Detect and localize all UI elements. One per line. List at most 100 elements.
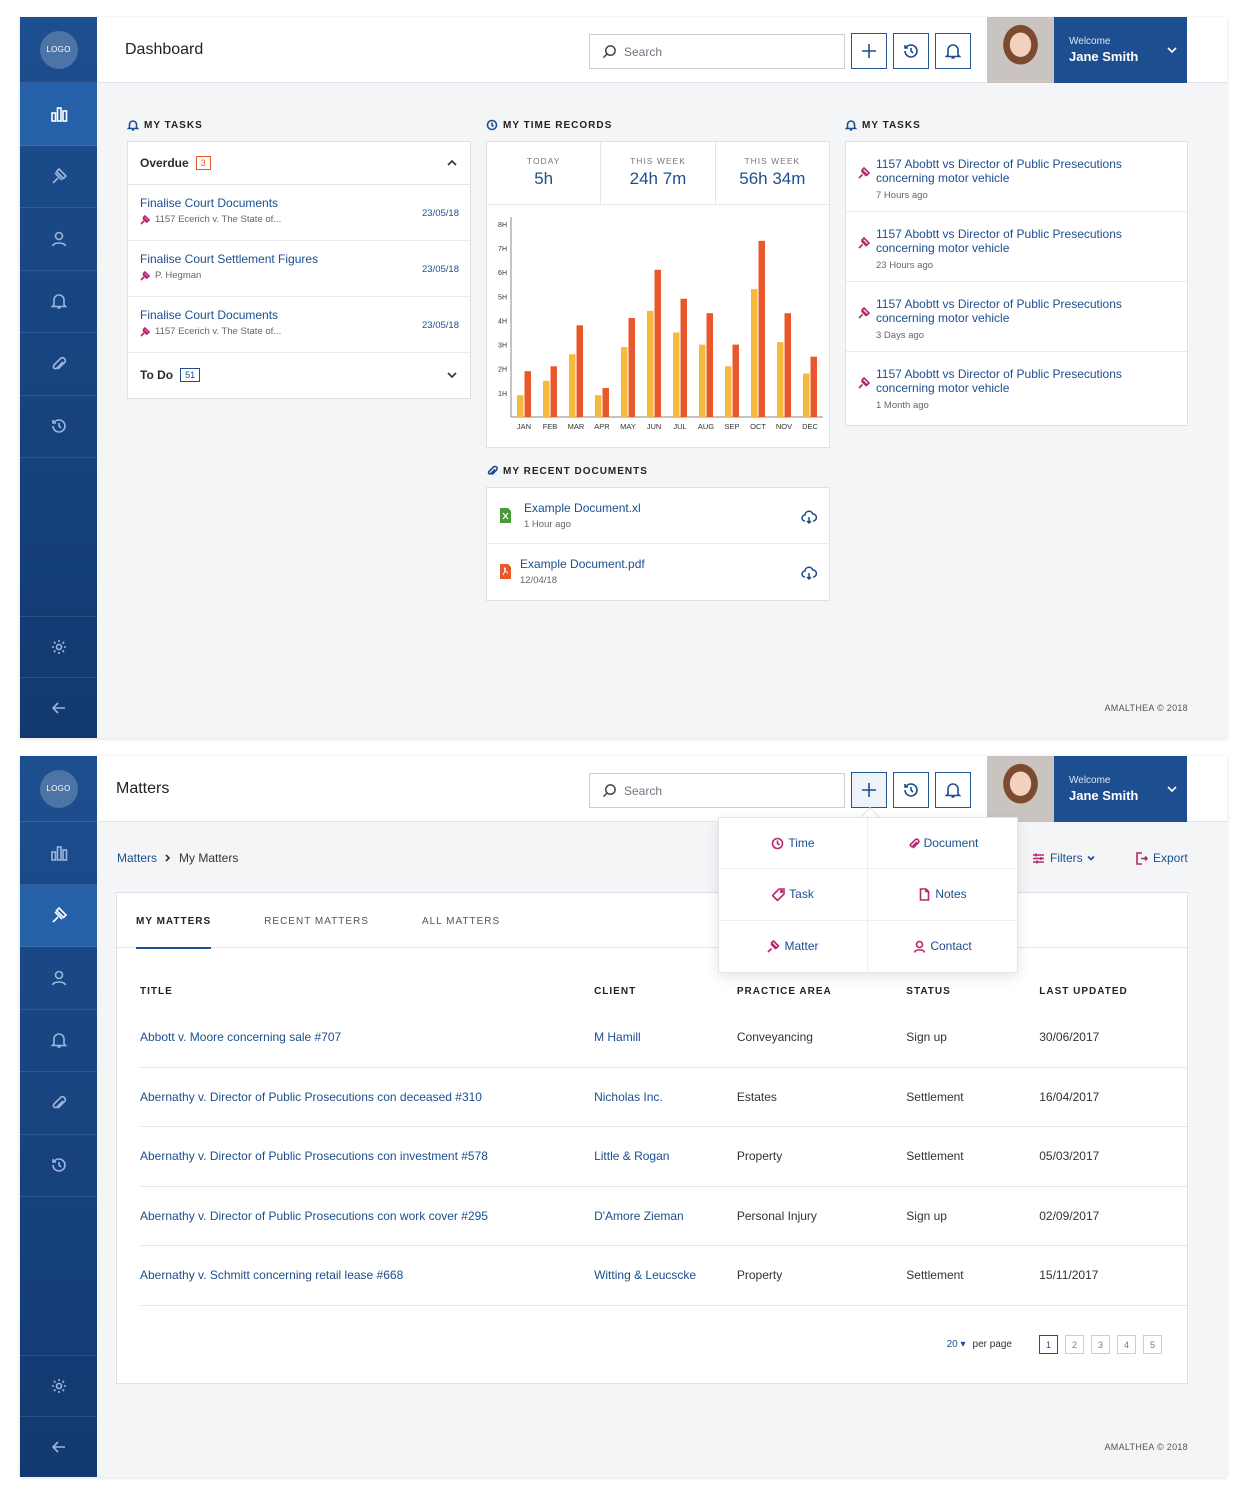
add-button[interactable]: [851, 33, 887, 69]
logo[interactable]: LOGO: [20, 17, 97, 83]
sidebar-item-history[interactable]: [20, 396, 97, 458]
sidebar-item-notifications[interactable]: [20, 1010, 97, 1072]
sidebar-item-contacts[interactable]: [20, 208, 97, 271]
matter-client[interactable]: Nicholas Inc.: [594, 1090, 737, 1104]
matter-title[interactable]: Abernathy v. Director of Public Prosecut…: [140, 1209, 594, 1223]
sidebar-item-history[interactable]: [20, 1135, 97, 1197]
document-item[interactable]: Example Document.pdf 12/04/18: [487, 544, 829, 600]
task-matter: 1157 Ecerich v. The State of...: [140, 214, 458, 225]
tab-all-matters[interactable]: ALL MATTERS: [422, 893, 500, 948]
matter-client[interactable]: Little & Rogan: [594, 1149, 737, 1163]
tasks-panel: Overdue 3 Finalise Court Documents 1157 …: [127, 141, 471, 399]
add-button[interactable]: [851, 772, 887, 808]
matter-title[interactable]: Abernathy v. Director of Public Prosecut…: [140, 1149, 594, 1163]
per-page-select[interactable]: 20 ▾: [947, 1339, 966, 1350]
matter-status: Settlement: [906, 1149, 964, 1164]
task-item[interactable]: Finalise Court Settlement Figures P. Heg…: [128, 241, 470, 297]
task-matter-text: P. Hegman: [155, 270, 202, 281]
notification-time: 23 Hours ago: [876, 260, 934, 271]
sidebar-item-matters[interactable]: [20, 146, 97, 208]
sidebar-item-dashboard[interactable]: [20, 83, 97, 146]
matter-status: Settlement: [906, 1089, 964, 1104]
notifications-button[interactable]: [935, 772, 971, 808]
notification-item[interactable]: 1157 Abobtt vs Director of Public Presec…: [846, 352, 1187, 422]
page-button[interactable]: 2: [1065, 1335, 1084, 1354]
column-status[interactable]: STATUS: [906, 986, 1039, 1008]
bell-icon: [944, 44, 962, 59]
add-menu-contact[interactable]: Contact: [868, 921, 1017, 972]
matter-client[interactable]: D'Amore Zieman: [594, 1209, 737, 1223]
document-time: 12/04/18: [520, 575, 557, 586]
todo-label: To Do: [140, 367, 174, 382]
column-last-updated[interactable]: LAST UPDATED: [1039, 986, 1187, 1008]
stat-label: THIS WEEK: [744, 156, 801, 166]
tab-my-matters[interactable]: MY MATTERS: [136, 893, 212, 949]
document-name: Example Document.pdf: [520, 557, 645, 571]
notification-item[interactable]: 1157 Abobtt vs Director of Public Presec…: [846, 142, 1187, 212]
avatar[interactable]: [987, 756, 1054, 822]
sidebar-item-contacts[interactable]: [20, 947, 97, 1010]
user-menu[interactable]: Welcome Jane Smith: [1054, 17, 1187, 83]
notification-title: 1157 Abobtt vs Director of Public Presec…: [876, 157, 1122, 185]
sidebar-item-notifications[interactable]: [20, 271, 97, 333]
table-row[interactable]: Abernathy v. Director of Public Prosecut…: [140, 1127, 1187, 1187]
table-row[interactable]: Abernathy v. Schmitt concerning retail l…: [140, 1246, 1187, 1306]
page-button[interactable]: 5: [1143, 1335, 1162, 1354]
breadcrumb-matters[interactable]: Matters: [117, 851, 157, 865]
user-menu[interactable]: Welcome Jane Smith: [1054, 756, 1187, 822]
sidebar-item-settings[interactable]: [20, 1355, 97, 1416]
page-button[interactable]: 1: [1039, 1335, 1058, 1354]
task-date: 23/05/18: [422, 320, 459, 331]
search-input[interactable]: Search: [589, 34, 845, 69]
sidebar-item-documents[interactable]: [20, 333, 97, 396]
sidebar-item-matters[interactable]: [20, 884, 97, 947]
sidebar-item-settings[interactable]: [20, 616, 97, 677]
add-menu-time[interactable]: Time: [719, 818, 868, 870]
chevron-down-icon: [1167, 786, 1177, 793]
page-button[interactable]: 3: [1091, 1335, 1110, 1354]
notification-item[interactable]: 1157 Abobtt vs Director of Public Presec…: [846, 212, 1187, 282]
column-client[interactable]: CLIENT: [594, 986, 737, 1008]
export-button[interactable]: Export: [1135, 851, 1188, 865]
bar-nov-1: [777, 342, 784, 417]
overdue-header[interactable]: Overdue 3: [128, 142, 470, 185]
matter-title[interactable]: Abernathy v. Schmitt concerning retail l…: [140, 1268, 594, 1282]
filters-button[interactable]: Filters: [1032, 851, 1100, 865]
column-title[interactable]: TITLE: [140, 986, 594, 1008]
logo[interactable]: LOGO: [20, 756, 97, 822]
task-item[interactable]: Finalise Court Documents 1157 Ecerich v.…: [128, 185, 470, 241]
history-button[interactable]: [893, 772, 929, 808]
matter-client[interactable]: Witting & Leucscke: [594, 1268, 737, 1282]
matter-title[interactable]: Abernathy v. Director of Public Prosecut…: [140, 1090, 594, 1104]
add-menu-notes[interactable]: Notes: [868, 869, 1017, 921]
sidebar-item-back[interactable]: [20, 677, 97, 738]
task-item[interactable]: Finalise Court Documents 1157 Ecerich v.…: [128, 297, 470, 353]
document-item[interactable]: Example Document.xl 1 Hour ago: [487, 488, 829, 544]
matter-title[interactable]: Abbott v. Moore concerning sale #707: [140, 1030, 594, 1044]
notification-item[interactable]: 1157 Abobtt vs Director of Public Presec…: [846, 282, 1187, 352]
sidebar-item-back[interactable]: [20, 1416, 97, 1477]
todo-header[interactable]: To Do 51: [128, 353, 470, 396]
history-button[interactable]: [893, 33, 929, 69]
add-menu-matter[interactable]: Matter: [719, 920, 868, 972]
page-button[interactable]: 4: [1117, 1335, 1136, 1354]
sidebar-item-documents[interactable]: [20, 1072, 97, 1135]
table-row[interactable]: Abernathy v. Director of Public Prosecut…: [140, 1068, 1187, 1127]
gear-icon: [51, 640, 66, 654]
search-input[interactable]: Search: [589, 773, 845, 808]
cloud-download-icon[interactable]: [801, 565, 817, 581]
sidebar-item-dashboard[interactable]: [20, 822, 97, 885]
table-row[interactable]: Abernathy v. Director of Public Prosecut…: [140, 1187, 1187, 1246]
tab-recent-matters[interactable]: RECENT MATTERS: [264, 893, 369, 948]
matter-client[interactable]: M Hamill: [594, 1030, 737, 1044]
table-row[interactable]: Abbott v. Moore concerning sale #707 M Ha…: [140, 1008, 1187, 1068]
y-tick-label: 7H: [498, 246, 507, 253]
notifications-button[interactable]: [935, 33, 971, 69]
matter-practice-area: Estates: [736, 1089, 777, 1104]
add-menu-document[interactable]: Document: [868, 818, 1017, 870]
add-menu-task[interactable]: Task: [719, 869, 868, 921]
column-practice-area[interactable]: PRACTICE AREA: [737, 986, 906, 1008]
sidebar-bottom: [20, 616, 97, 738]
avatar[interactable]: [987, 17, 1054, 83]
cloud-download-icon[interactable]: [801, 509, 817, 525]
